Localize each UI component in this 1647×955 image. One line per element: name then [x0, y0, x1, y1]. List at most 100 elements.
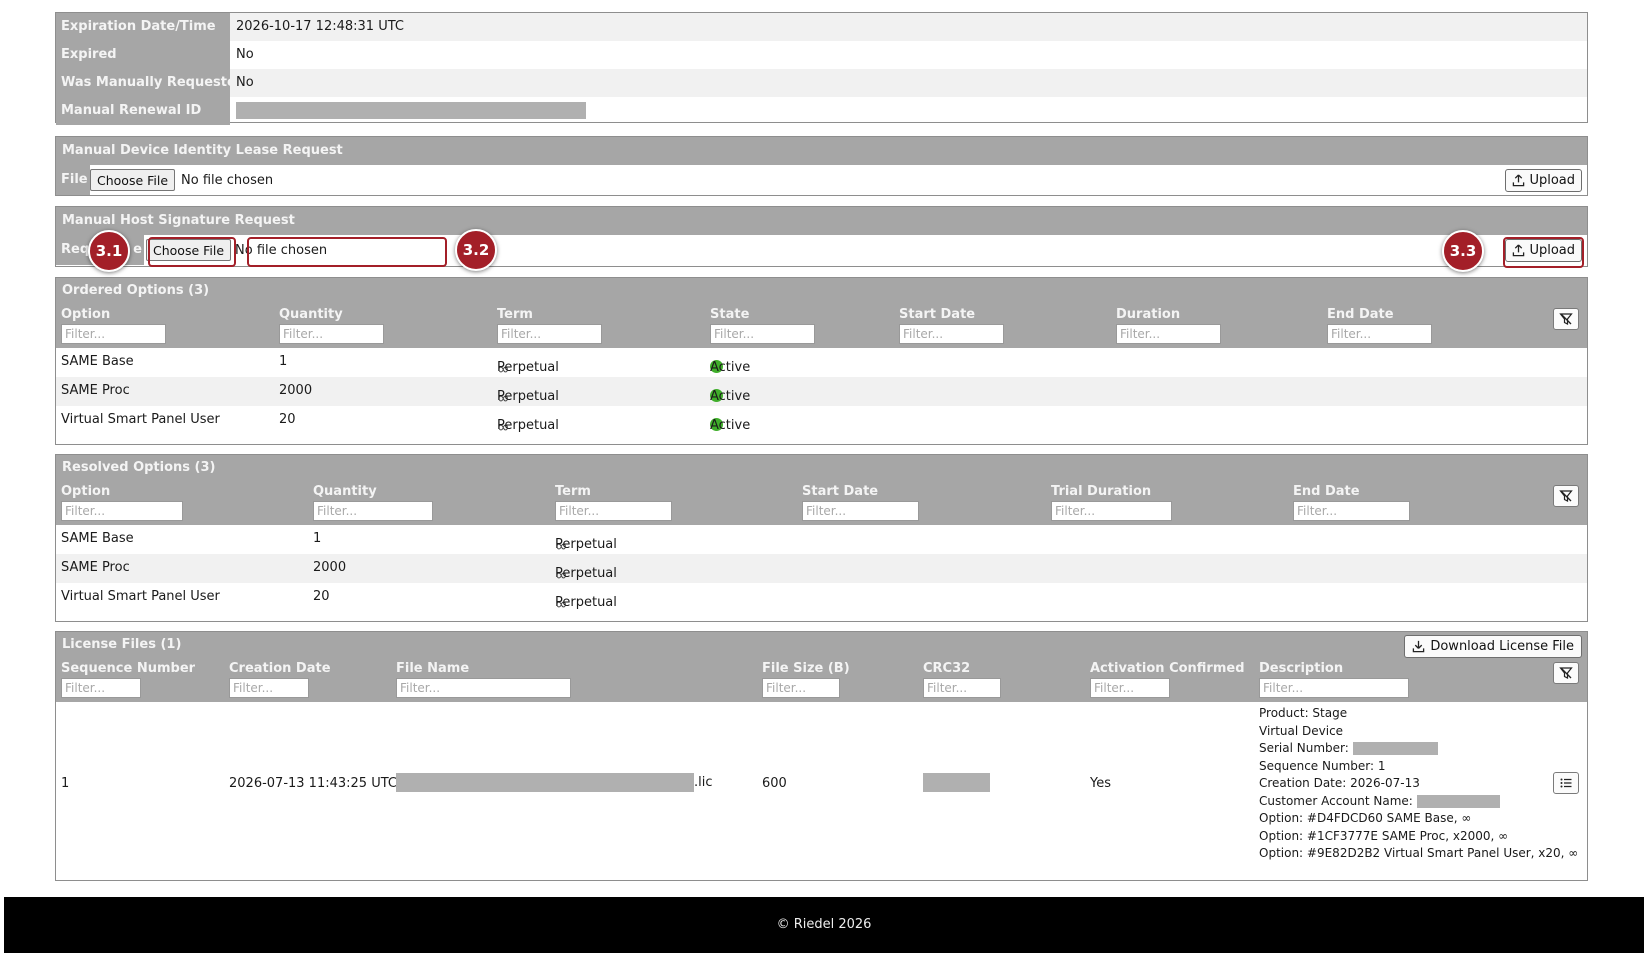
filter-file-name[interactable]	[396, 678, 571, 698]
filter-file-size[interactable]	[762, 678, 840, 698]
host-signature-title: Manual Host Signature Request	[56, 207, 1587, 235]
cell-option: SAME Base	[61, 354, 134, 369]
filter-creation-date[interactable]	[229, 678, 309, 698]
filter-option[interactable]	[61, 324, 166, 344]
cell-option: Virtual Smart Panel User	[61, 412, 220, 427]
col-start-date[interactable]: Start Date	[802, 484, 878, 499]
col-sequence-number[interactable]: Sequence Number	[61, 661, 195, 676]
highlight-choose-file	[148, 237, 236, 267]
license-files-title: License Files (1) Download License File	[56, 632, 1587, 658]
description-line: Option: #1CF3777E SAME Proc, x2000, ∞	[1259, 828, 1509, 843]
filter-sequence-number[interactable]	[61, 678, 141, 698]
col-option[interactable]: Option	[61, 307, 110, 322]
col-quantity[interactable]: Quantity	[279, 307, 343, 322]
upload-icon	[1513, 174, 1525, 187]
col-creation-date[interactable]: Creation Date	[229, 661, 331, 676]
term-text: Perpetual	[497, 389, 559, 404]
filter-description[interactable]	[1259, 678, 1409, 698]
callout-3-3: 3.3	[1442, 230, 1484, 272]
col-quantity[interactable]: Quantity	[313, 484, 377, 499]
redacted-block	[1352, 742, 1438, 755]
term-text: Perpetual	[497, 360, 559, 375]
col-duration[interactable]: Duration	[1116, 307, 1180, 322]
filter-duration[interactable]	[1116, 324, 1221, 344]
cell-description: Product: Stage Virtual Device Serial Num…	[1259, 705, 1578, 863]
filter-trial-duration[interactable]	[1051, 501, 1172, 521]
download-icon	[1413, 640, 1425, 653]
filter-term[interactable]	[555, 501, 672, 521]
clear-filters-button[interactable]	[1553, 662, 1579, 684]
table-row: Virtual Smart Panel User 20 ∞ Perpetual	[56, 583, 1587, 613]
device-lease-file-row: File Choose File No file chosen Upload	[56, 165, 1587, 195]
device-lease-panel: Manual Device Identity Lease Request Fil…	[55, 136, 1588, 196]
col-option[interactable]: Option	[61, 484, 110, 499]
cell-quantity: 20	[279, 412, 296, 427]
cell-quantity: 2000	[279, 383, 313, 398]
clear-filter-icon	[1559, 667, 1573, 679]
col-start-date[interactable]: Start Date	[899, 307, 975, 322]
filter-option[interactable]	[61, 501, 183, 521]
cell-option: SAME Base	[61, 531, 134, 546]
choose-file-button[interactable]: Choose File	[90, 169, 176, 191]
col-description[interactable]: Description	[1259, 661, 1343, 676]
filter-quantity[interactable]	[313, 501, 433, 521]
term-text: Perpetual	[497, 418, 559, 433]
description-line: Option: #9E82D2B2 Virtual Smart Panel Us…	[1259, 846, 1579, 860]
clear-filters-button[interactable]	[1553, 485, 1579, 507]
download-license-file-button[interactable]: Download License File	[1404, 635, 1582, 658]
license-file-row: 1 2026-07-13 11:43:25 UTC .lic 600 Yes P…	[56, 702, 1587, 870]
description-line-customer: Customer Account Name:	[1259, 793, 1578, 811]
term-text: Perpetual	[555, 537, 617, 552]
filter-start-date[interactable]	[802, 501, 919, 521]
col-end-date[interactable]: End Date	[1293, 484, 1360, 499]
col-trial-duration[interactable]: Trial Duration	[1051, 484, 1151, 499]
state-text: Active	[710, 418, 751, 433]
kv-key: Manual Renewal ID	[56, 97, 230, 125]
col-end-date[interactable]: End Date	[1327, 307, 1394, 322]
kv-key: Was Manually Requested	[56, 69, 245, 97]
filter-start-date[interactable]	[899, 324, 1004, 344]
column-headers: Sequence Number Creation Date File Name …	[56, 658, 1587, 678]
upload-button[interactable]: Upload	[1505, 169, 1582, 192]
callout-3-2: 3.2	[455, 229, 497, 271]
clear-filters-button[interactable]	[1553, 308, 1579, 330]
col-file-size[interactable]: File Size (B)	[762, 661, 850, 676]
filter-state[interactable]	[710, 324, 815, 344]
filter-quantity[interactable]	[279, 324, 384, 344]
redacted-block	[1416, 794, 1500, 808]
resolved-options-panel: Resolved Options (3) Option Quantity Ter…	[55, 454, 1588, 622]
col-activation-confirmed[interactable]: Activation Confirmed	[1090, 661, 1245, 676]
filter-end-date[interactable]	[1327, 324, 1432, 344]
footer: © Riedel 2026	[4, 897, 1644, 953]
kv-key: Expired	[56, 41, 230, 69]
col-crc32[interactable]: CRC32	[923, 661, 970, 676]
license-files-title-text: License Files (1)	[62, 637, 182, 652]
filter-activation-confirmed[interactable]	[1090, 678, 1170, 698]
upload-label: Upload	[1529, 173, 1575, 188]
table-row: SAME Base 1 ∞ Perpetual	[56, 525, 1587, 555]
cell-option: SAME Proc	[61, 383, 130, 398]
col-file-name[interactable]: File Name	[396, 661, 469, 676]
cell-option: Virtual Smart Panel User	[61, 589, 220, 604]
filter-row	[56, 485, 1587, 525]
column-headers: Option Quantity Term State Start Date Du…	[56, 304, 1587, 324]
state-text: Active	[710, 360, 751, 375]
filter-term[interactable]	[497, 324, 602, 344]
cell-option: SAME Proc	[61, 560, 130, 575]
filter-row	[56, 662, 1587, 702]
device-lease-title: Manual Device Identity Lease Request	[56, 137, 1587, 165]
highlight-upload	[1503, 237, 1584, 268]
col-term[interactable]: Term	[497, 307, 533, 322]
details-list-button[interactable]	[1553, 772, 1579, 794]
redacted-block	[923, 773, 990, 792]
description-line: Creation Date: 2026-07-13	[1259, 776, 1420, 790]
filter-end-date[interactable]	[1293, 501, 1410, 521]
filter-crc32[interactable]	[923, 678, 1001, 698]
list-icon	[1560, 778, 1572, 788]
resolved-options-title: Resolved Options (3)	[56, 455, 1587, 481]
ordered-options-header: Ordered Options (3) Option Quantity Term…	[56, 278, 1587, 348]
col-term[interactable]: Term	[555, 484, 591, 499]
no-file-text: No file chosen	[181, 172, 274, 188]
col-state[interactable]: State	[710, 307, 749, 322]
kv-value: No	[230, 69, 1587, 97]
